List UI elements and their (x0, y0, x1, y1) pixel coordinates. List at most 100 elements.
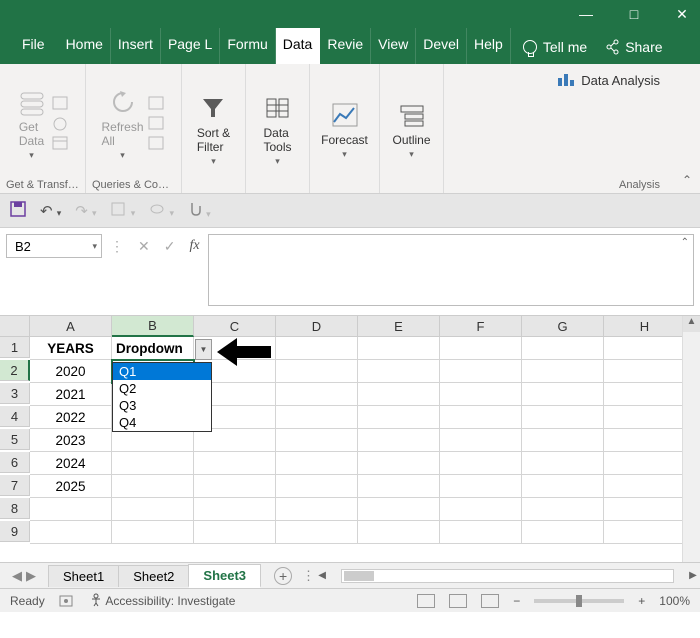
cell[interactable] (276, 337, 358, 360)
cell[interactable] (440, 406, 522, 429)
cell[interactable] (276, 475, 358, 498)
add-sheet-button[interactable]: + (274, 567, 292, 585)
maximize-button[interactable]: □ (624, 6, 644, 22)
undo-button[interactable]: ↶ ▾ (40, 202, 61, 220)
cell[interactable]: 2021 (30, 383, 112, 406)
scroll-up-button[interactable]: ▲ (683, 316, 700, 332)
cell[interactable] (522, 452, 604, 475)
row-header[interactable]: 2 (0, 360, 30, 381)
close-button[interactable]: ✕ (672, 6, 692, 23)
cell[interactable] (440, 498, 522, 521)
cell[interactable] (112, 452, 194, 475)
cell[interactable] (604, 383, 686, 406)
cell[interactable] (440, 429, 522, 452)
accessibility-status[interactable]: Accessibility: Investigate (89, 593, 236, 608)
data-analysis-button[interactable]: Data Analysis (557, 72, 660, 88)
menu-formulas[interactable]: Formu (220, 28, 275, 64)
cell[interactable] (112, 475, 194, 498)
cell[interactable] (358, 498, 440, 521)
sheet-tab[interactable]: Sheet1 (48, 565, 119, 587)
column-header[interactable]: A (30, 316, 112, 337)
cell[interactable] (112, 521, 194, 544)
cell[interactable] (358, 452, 440, 475)
from-table-icon[interactable] (52, 136, 70, 152)
column-header[interactable]: F (440, 316, 522, 337)
formula-bar-input[interactable]: ⌃ (208, 234, 694, 306)
cell[interactable] (522, 521, 604, 544)
cell[interactable] (358, 429, 440, 452)
column-header[interactable]: G (522, 316, 604, 337)
cell[interactable] (276, 383, 358, 406)
menu-data[interactable]: Data (276, 28, 321, 64)
cell[interactable] (30, 498, 112, 521)
column-header[interactable]: E (358, 316, 440, 337)
outline-button[interactable]: Outline ▾ (392, 99, 430, 160)
cell[interactable] (276, 452, 358, 475)
normal-view-button[interactable] (417, 594, 435, 608)
sort-filter-button[interactable]: Sort & Filter ▾ (197, 92, 230, 167)
cell[interactable] (604, 521, 686, 544)
cell[interactable] (194, 429, 276, 452)
grid[interactable]: ABCDEFGH1YEARSDropdown220203202142022520… (0, 316, 700, 544)
cell[interactable] (194, 475, 276, 498)
vertical-scrollbar[interactable]: ▲ (682, 316, 700, 562)
from-text-icon[interactable] (52, 96, 70, 112)
zoom-out-button[interactable]: − (513, 594, 520, 608)
cell[interactable] (358, 521, 440, 544)
menu-help[interactable]: Help (467, 28, 511, 64)
qa-icon-2[interactable]: ▾ (149, 202, 174, 220)
cell[interactable] (522, 406, 604, 429)
dropdown-option[interactable]: Q4 (113, 414, 211, 431)
cell[interactable] (522, 429, 604, 452)
save-button[interactable] (10, 201, 26, 221)
dropdown-option[interactable]: Q2 (113, 380, 211, 397)
cell[interactable]: Dropdown (112, 337, 194, 360)
fx-icon[interactable]: fx (189, 238, 199, 255)
dropdown-list[interactable]: Q1 Q2 Q3 Q4 (112, 362, 212, 432)
cell[interactable] (194, 498, 276, 521)
cell[interactable] (358, 360, 440, 383)
dropdown-option[interactable]: Q1 (113, 363, 211, 380)
row-header[interactable]: 9 (0, 521, 30, 542)
touch-mode-button[interactable]: ▾ (188, 201, 211, 221)
from-web-icon[interactable] (52, 116, 70, 132)
sheet-tab[interactable]: Sheet2 (118, 565, 189, 587)
cell[interactable] (604, 406, 686, 429)
cell[interactable] (358, 383, 440, 406)
data-tools-button[interactable]: Data Tools ▾ (262, 92, 294, 167)
get-data-button[interactable]: Get Data ▾ (16, 86, 48, 161)
macro-record-icon[interactable] (59, 594, 75, 608)
cell[interactable]: 2020 (30, 360, 112, 383)
row-header[interactable]: 5 (0, 429, 30, 450)
menu-file[interactable]: File (18, 28, 59, 64)
cell[interactable]: 2024 (30, 452, 112, 475)
cell[interactable] (276, 406, 358, 429)
sheet-nav-arrows[interactable]: ◀▶ (0, 568, 48, 584)
cell[interactable] (440, 521, 522, 544)
zoom-slider[interactable] (534, 599, 624, 603)
cell[interactable]: 2023 (30, 429, 112, 452)
row-header[interactable]: 1 (0, 337, 30, 358)
cancel-icon[interactable]: ✕ (138, 238, 150, 255)
horizontal-scrollbar[interactable] (341, 569, 674, 583)
cell[interactable] (112, 498, 194, 521)
enter-icon[interactable]: ✓ (164, 238, 176, 255)
cell[interactable]: YEARS (30, 337, 112, 360)
cell[interactable] (112, 429, 194, 452)
page-layout-view-button[interactable] (449, 594, 467, 608)
cell[interactable] (604, 452, 686, 475)
scroll-left-button[interactable]: ◀ (315, 570, 329, 581)
scroll-right-button[interactable]: ▶ (686, 570, 700, 581)
edit-links-icon[interactable] (148, 136, 166, 152)
qa-icon-1[interactable]: ▾ (111, 202, 136, 220)
functions-icon[interactable]: ⋮ (110, 238, 124, 255)
cell[interactable] (604, 360, 686, 383)
cell[interactable] (604, 337, 686, 360)
cell[interactable] (194, 521, 276, 544)
minimize-button[interactable]: — (576, 6, 596, 22)
cell[interactable] (30, 521, 112, 544)
collapse-ribbon-button[interactable]: ⌃ (682, 173, 692, 187)
cell[interactable] (194, 452, 276, 475)
cell[interactable] (604, 429, 686, 452)
menu-insert[interactable]: Insert (111, 28, 161, 64)
